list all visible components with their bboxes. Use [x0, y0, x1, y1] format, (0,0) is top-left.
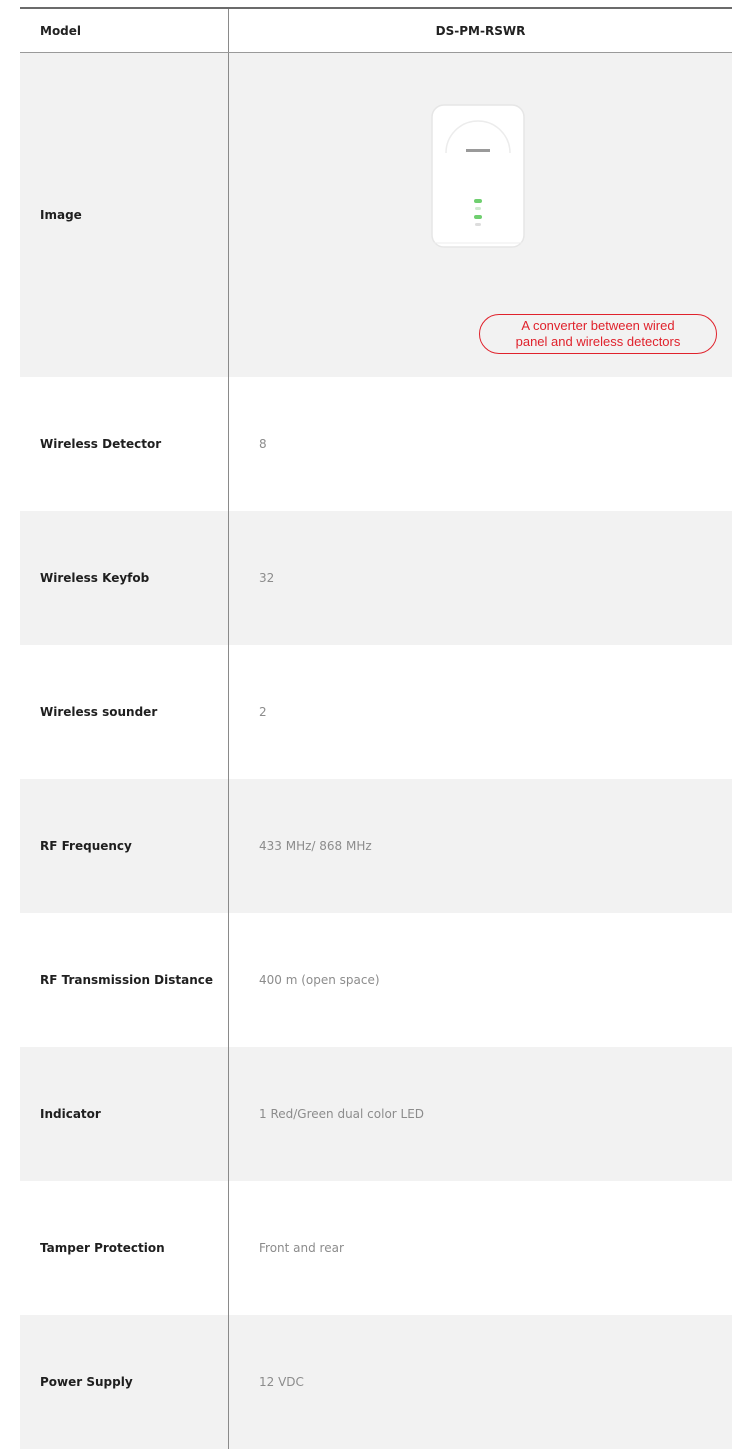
row-value-wireless-detector: 8 [259, 437, 267, 451]
converter-callout: A converter between wired panel and wire… [479, 314, 717, 354]
image-row: Image A converter between wired panel an… [20, 53, 732, 377]
table-row: RF Transmission Distance 400 m (open spa… [20, 913, 732, 1047]
table-header-row: Model DS-PM-RSWR [20, 9, 732, 53]
row-label-indicator: Indicator [20, 1047, 229, 1181]
table-row: Wireless Detector 8 [20, 377, 732, 511]
header-label: Model [20, 9, 229, 52]
row-value-power-supply: 12 VDC [229, 1315, 732, 1449]
row-value-indicator: 1 Red/Green dual color LED [229, 1047, 732, 1181]
row-label-power-supply: Power Supply [20, 1315, 229, 1449]
table-row: Power Supply 12 VDC [20, 1315, 732, 1449]
table-row: Indicator 1 Red/Green dual color LED [20, 1047, 732, 1181]
device-product-image [431, 104, 525, 248]
row-value-tamper-protection: Front and rear [259, 1241, 344, 1255]
row-label-rf-transmission-distance: RF Transmission Distance [20, 913, 229, 1047]
spec-table: Model DS-PM-RSWR Image A converter betwe… [20, 7, 732, 1449]
header-model-value: DS-PM-RSWR [435, 23, 526, 38]
table-row: Wireless sounder 2 [20, 645, 732, 779]
row-value-wireless-keyfob: 32 [229, 511, 732, 645]
image-row-label: Image [20, 53, 229, 377]
callout-line-2: panel and wireless detectors [515, 334, 681, 349]
row-value-wireless-sounder: 2 [259, 705, 267, 719]
table-row: Tamper Protection Front and rear [20, 1181, 732, 1315]
image-row-value: A converter between wired panel and wire… [229, 53, 732, 377]
row-value-rf-transmission-distance: 400 m (open space) [259, 973, 380, 987]
row-value-rf-frequency: 433 MHz/ 868 MHz [229, 779, 732, 913]
table-row: RF Frequency 433 MHz/ 868 MHz [20, 779, 732, 913]
row-label-wireless-detector: Wireless Detector [20, 377, 229, 511]
row-label-wireless-sounder: Wireless sounder [20, 645, 229, 779]
row-label-rf-frequency: RF Frequency [20, 779, 229, 913]
table-row: Wireless Keyfob 32 [20, 511, 732, 645]
row-label-wireless-keyfob: Wireless Keyfob [20, 511, 229, 645]
callout-line-1: A converter between wired [521, 318, 675, 333]
row-label-tamper-protection: Tamper Protection [20, 1181, 229, 1315]
